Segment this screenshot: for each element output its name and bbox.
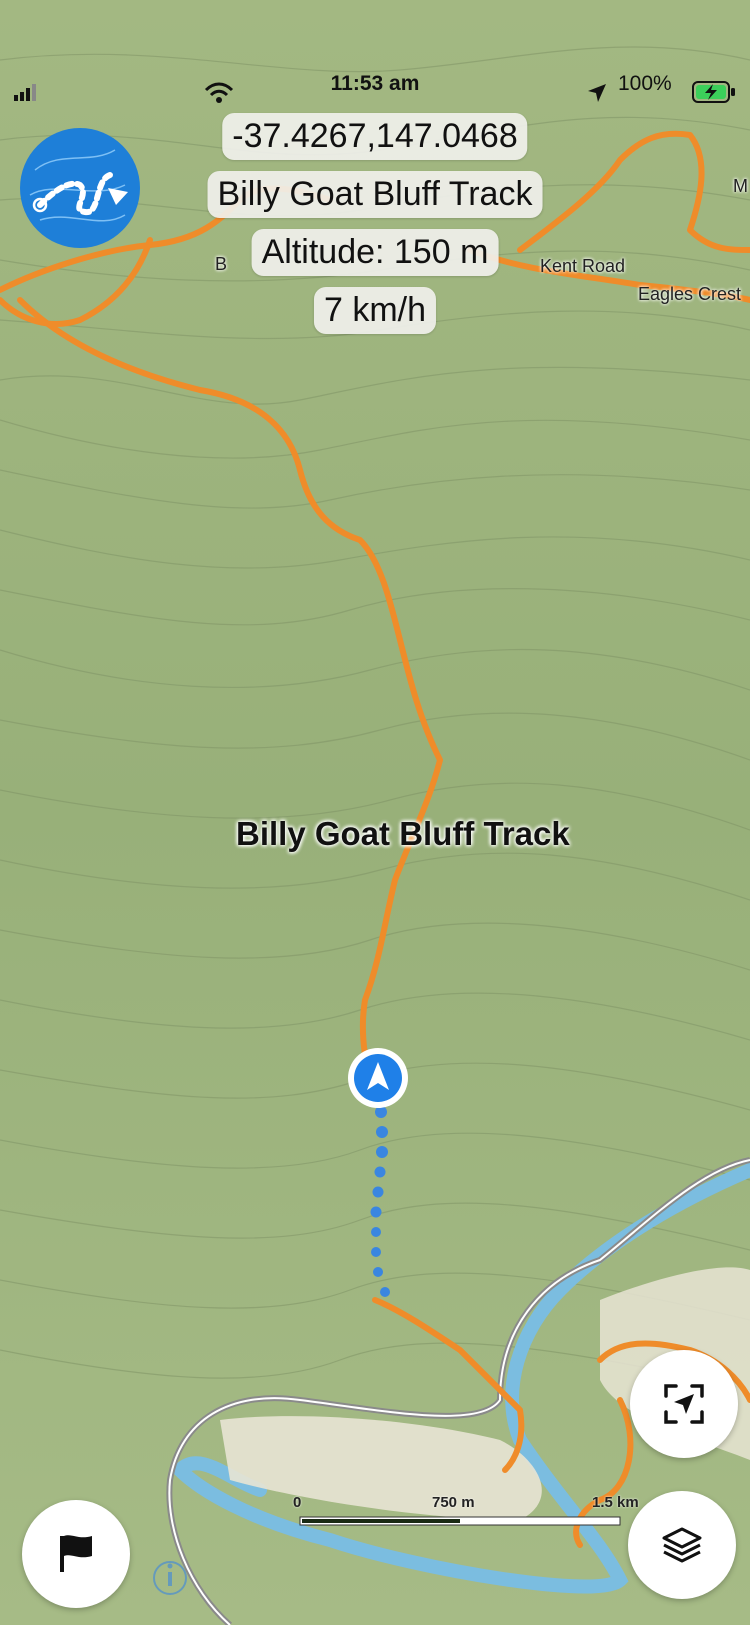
recenter-button[interactable] (630, 1350, 738, 1458)
altitude-label: Altitude: 150 m (251, 229, 499, 276)
layers-button[interactable] (628, 1491, 736, 1599)
wifi-icon (204, 82, 234, 104)
locate-crosshair-icon (664, 1384, 704, 1424)
road-label-b: B (215, 254, 228, 274)
scale-label-end: 1.5 km (592, 1494, 639, 1511)
flag-icon (60, 1535, 92, 1572)
road-label-kent-road: Kent Road (540, 256, 626, 276)
speed-label: 7 km/h (313, 287, 437, 334)
user-location (348, 1048, 408, 1108)
battery-charging-icon (692, 80, 736, 104)
topo-route-logo-icon[interactable] (20, 128, 140, 248)
flag-button[interactable] (22, 1500, 130, 1608)
signal-icon (14, 83, 38, 101)
track-name-map-label: Billy Goat Bluff Track (236, 815, 570, 852)
road-label-m: M (733, 176, 748, 196)
layers-icon (662, 1527, 702, 1563)
scale-bar (299, 1516, 621, 1526)
coordinates-label: -37.4267,147.0468 (222, 113, 528, 160)
road-label-eagles-crest: Eagles Crest (638, 284, 742, 304)
scale-label-start: 0 (293, 1494, 302, 1511)
location-arrow-icon (586, 82, 608, 104)
track-name-label: Billy Goat Bluff Track (207, 171, 543, 218)
scale-label-mid: 750 m (432, 1494, 475, 1511)
battery-percentage: 100% (618, 72, 672, 95)
status-time: 11:53 am (330, 72, 420, 95)
